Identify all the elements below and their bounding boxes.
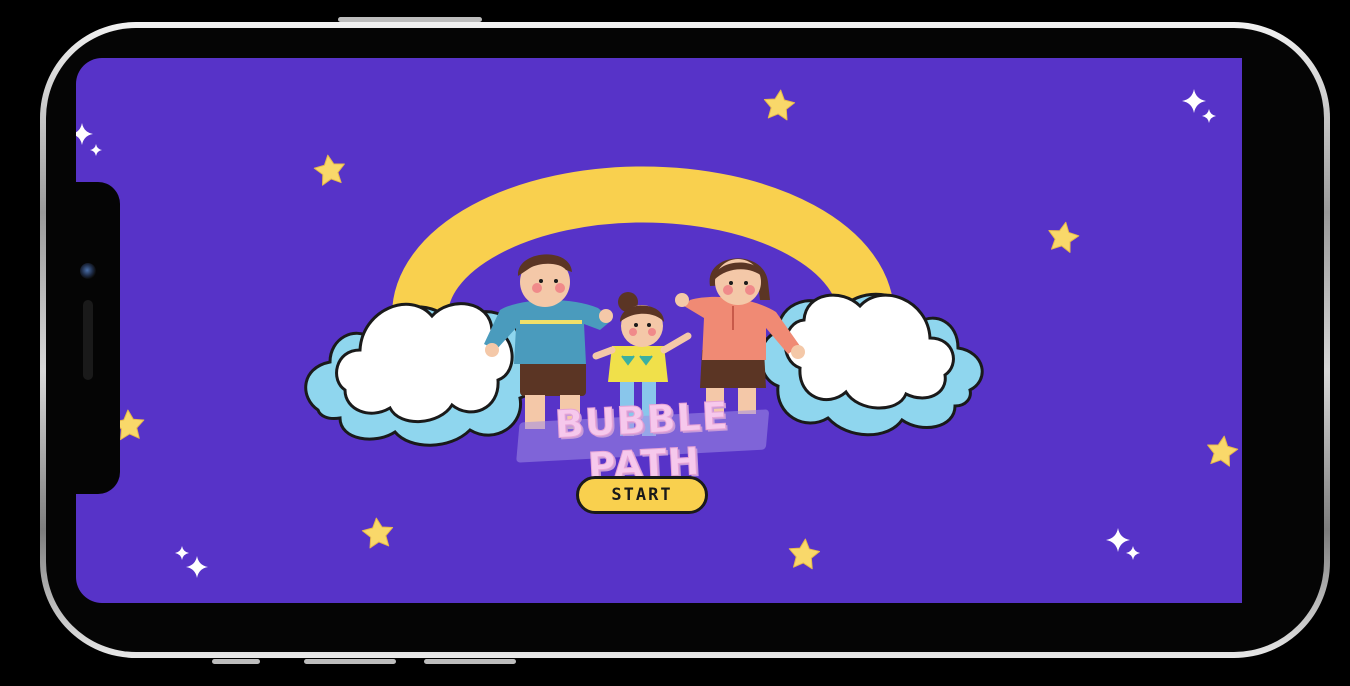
star-icon [1204,433,1240,468]
star-icon [787,537,822,570]
star-icon [762,87,797,122]
right-cloud-illustration [759,292,984,437]
sparkle-icon [90,144,102,156]
star-icon [312,152,348,187]
sparkle-icon [1106,528,1130,552]
sparkle-icon [76,123,93,145]
star-icon [1045,219,1082,254]
front-camera-icon [80,263,96,279]
sparkle-icon [175,546,189,560]
game-scene [76,87,1240,578]
phone-speaker [83,300,93,380]
star-icon [360,515,395,550]
rainbow-illustration [392,166,894,317]
sparkle-icon [186,556,208,578]
sparkle-icon [1202,109,1216,123]
sparkle-icon [1182,89,1206,113]
sparkle-icon [1126,546,1140,560]
start-button[interactable]: START [576,476,708,514]
